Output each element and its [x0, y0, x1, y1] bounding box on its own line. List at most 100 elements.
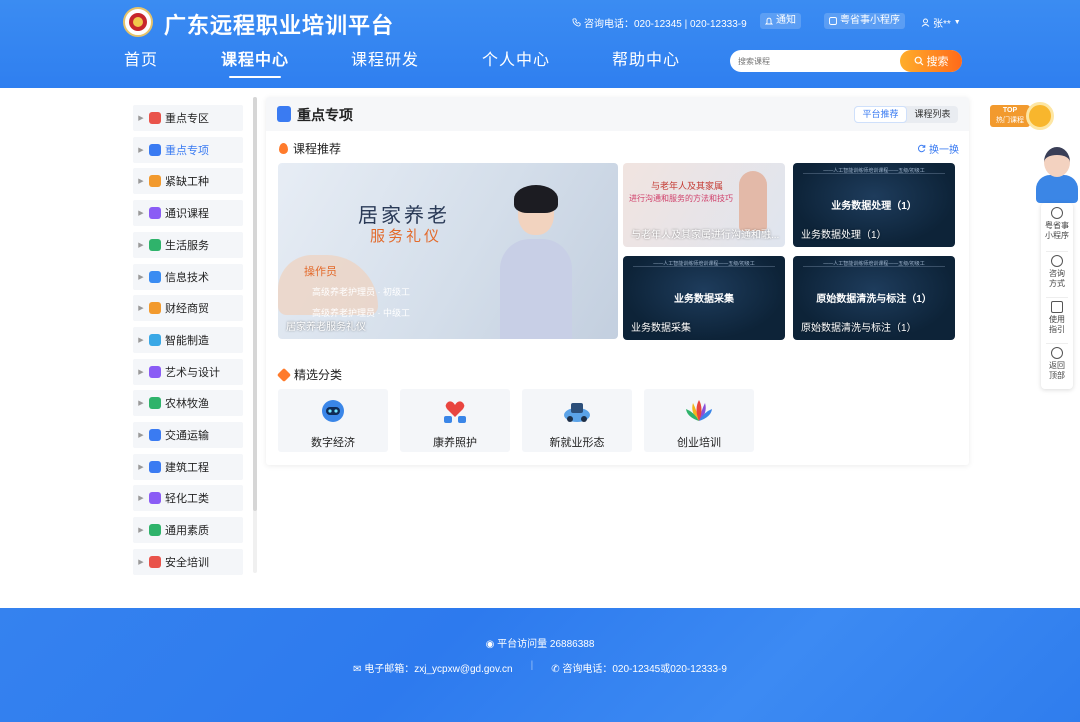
panel-header: 重点专项 平台推荐 课程列表	[266, 97, 969, 131]
presenter-image	[500, 183, 572, 339]
sidebar-item[interactable]: ▶ 重点专区	[133, 105, 243, 131]
category-tile-entrepreneurship[interactable]: 创业培训	[644, 389, 754, 452]
mini-program-button[interactable]: 粤省事小程序	[824, 13, 905, 29]
sidebar-item[interactable]: ▶ 轻化工类	[133, 485, 243, 512]
mail-icon: ✉	[353, 664, 365, 675]
sidebar-item-label: 重点专项	[165, 144, 209, 157]
course-card[interactable]: 居家养老 服务礼仪 操作员 高级养老护理员 · 初级工 高级养老护理员 · 中级…	[278, 163, 618, 339]
tab-course-list[interactable]: 课程列表	[907, 106, 958, 123]
document-icon	[149, 143, 161, 156]
course-card[interactable]: ——人工智能训练师培训课程——五级/初级工 原始数据清洗与标注（1） 原始数据清…	[793, 256, 955, 340]
course-caption: 居家养老服务礼仪	[286, 322, 366, 333]
heart-hands-icon	[444, 401, 466, 423]
float-mini-program[interactable]: 粤省事小程序	[1041, 207, 1073, 241]
sidebar-item-label: 安全培训	[165, 556, 209, 569]
building-icon	[149, 460, 161, 473]
cover-title: 业务数据处理（1）	[831, 201, 917, 212]
scroll-thumb[interactable]	[253, 97, 257, 511]
sidebar-item[interactable]: ▶ 生活服务	[133, 231, 243, 258]
sidebar-item[interactable]: ▶ 建筑工程	[133, 453, 243, 480]
assistant-avatar[interactable]	[1034, 147, 1080, 203]
sidebar-item-label: 交通运输	[165, 430, 209, 442]
sidebar-item[interactable]: ▶ 重点专项	[133, 136, 243, 163]
search-input[interactable]	[738, 53, 898, 69]
search-icon	[914, 56, 923, 66]
course-card[interactable]: 与老年人及其家属 进行沟通和服务的方法和技巧 与老年人及其家属进行沟通和融...	[623, 163, 785, 247]
site-logo[interactable]	[123, 7, 153, 37]
site-title[interactable]: 广东远程职业培训平台	[164, 8, 394, 40]
search-button[interactable]: 搜索	[900, 50, 962, 72]
arrow-up-icon	[1051, 347, 1063, 359]
sidebar-item[interactable]: ▶ 智能制造	[133, 326, 243, 353]
hotline-text: 咨询电话：020-12345 | 020-12333-9	[584, 19, 747, 30]
course-card[interactable]: ——人工智能训练师培训课程——五级/初级工 业务数据处理（1） 业务数据处理（1…	[793, 163, 955, 247]
caret-right-icon: ▶	[138, 463, 144, 471]
hotline: 咨询电话：020-12345 | 020-12333-9	[572, 15, 747, 30]
user-menu[interactable]: 张** ▼	[921, 15, 961, 30]
top-label: TOP	[1002, 107, 1018, 114]
top-header: 广东远程职业培训平台 咨询电话：020-12345 | 020-12333-9 …	[0, 0, 1080, 88]
tag-icon	[276, 367, 292, 382]
nav-course-dev[interactable]: 课程研发	[351, 50, 419, 72]
sidebar-item[interactable]: ▶ 通识课程	[133, 200, 243, 227]
cover-subtitle: 进行沟通和服务的方法和技巧	[629, 194, 733, 203]
caret-right-icon: ▶	[138, 400, 144, 408]
user-name: 张**	[933, 19, 951, 30]
course-card[interactable]: ——人工智能训练师培训课程——五级/初级工 业务数据采集 业务数据采集	[623, 256, 785, 340]
caret-right-icon: ▶	[138, 305, 144, 313]
sidebar-item[interactable]: ▶ 安全培训	[133, 548, 243, 575]
float-label: 返回顶部	[1049, 361, 1065, 380]
caret-right-icon: ▶	[138, 273, 144, 281]
delivery-icon	[564, 403, 590, 422]
sidebar-item[interactable]: ▶ 农林牧渔	[133, 390, 243, 417]
tab-platform-recommend[interactable]: 平台推荐	[854, 106, 907, 123]
sidebar-item[interactable]: ▶ 财经商贸	[133, 295, 243, 322]
phone-text: 咨询电话：020-12345或020-12333-9	[562, 664, 727, 675]
sidebar-item[interactable]: ▶ 通用素质	[133, 517, 243, 544]
worker-icon	[149, 175, 161, 188]
float-label: 粤省事小程序	[1045, 221, 1069, 240]
caret-right-icon: ▶	[138, 495, 144, 503]
float-back-to-top[interactable]: 返回顶部	[1041, 347, 1073, 381]
divider: |	[530, 660, 534, 671]
chip-icon	[149, 270, 161, 283]
robot-icon	[322, 400, 344, 422]
refresh-button[interactable]: 换一换	[917, 141, 959, 156]
caret-right-icon: ▶	[138, 146, 144, 154]
heart-badge-icon	[149, 112, 161, 124]
sidebar-item[interactable]: ▶ 信息技术	[133, 263, 243, 290]
floating-toolbar: 粤省事小程序 咨询方式 使用指引 返回顶部	[1041, 203, 1073, 389]
course-caption: 业务数据处理（1）	[801, 230, 887, 241]
chevron-down-icon: ▼	[953, 19, 961, 26]
category-tile-digital-economy[interactable]: 数字经济	[278, 389, 388, 452]
sidebar-item[interactable]: ▶ 交通运输	[133, 422, 243, 448]
hot-label: 热门课程	[996, 117, 1024, 124]
nav-help[interactable]: 帮助中心	[612, 50, 680, 72]
sidebar-item-label: 智能制造	[165, 334, 209, 347]
caret-right-icon: ▶	[138, 336, 144, 344]
nav-course-center[interactable]: 课程中心	[221, 50, 289, 78]
sidebar-item-label: 生活服务	[165, 239, 209, 252]
float-guide[interactable]: 使用指引	[1041, 301, 1073, 335]
hot-courses-badge[interactable]: TOP 热门课程	[990, 102, 1054, 130]
presenter-image	[739, 171, 767, 231]
sidebar-scrollbar[interactable]	[253, 97, 257, 573]
sidebar-item[interactable]: ▶ 艺术与设计	[133, 358, 243, 385]
sidebar-item-label: 紧缺工种	[165, 176, 209, 189]
notify-button[interactable]: 通知	[760, 13, 801, 29]
phone-icon: ✆	[551, 664, 563, 675]
email-text: 电子邮箱：zxj_ycpxw@gd.gov.cn	[364, 664, 513, 675]
nav-personal[interactable]: 个人中心	[482, 50, 550, 72]
leaf-hand-icon	[149, 238, 161, 251]
sidebar-item[interactable]: ▶ 紧缺工种	[133, 168, 243, 195]
float-consult[interactable]: 咨询方式	[1041, 255, 1073, 289]
nav-home[interactable]: 首页	[124, 50, 158, 72]
cover-subtitle: 服务礼仪	[370, 228, 443, 245]
trophy-icon	[1026, 102, 1054, 130]
cover-title: 原始数据清洗与标注（1）	[816, 294, 932, 305]
category-tile-new-employment[interactable]: 新就业形态	[522, 389, 632, 452]
mini-program-label: 粤省事小程序	[840, 15, 900, 26]
cover-line: 高级养老护理员 · 初级工	[312, 287, 410, 297]
category-tile-health-care[interactable]: 康养照护	[400, 389, 510, 452]
caret-right-icon: ▶	[138, 115, 144, 122]
